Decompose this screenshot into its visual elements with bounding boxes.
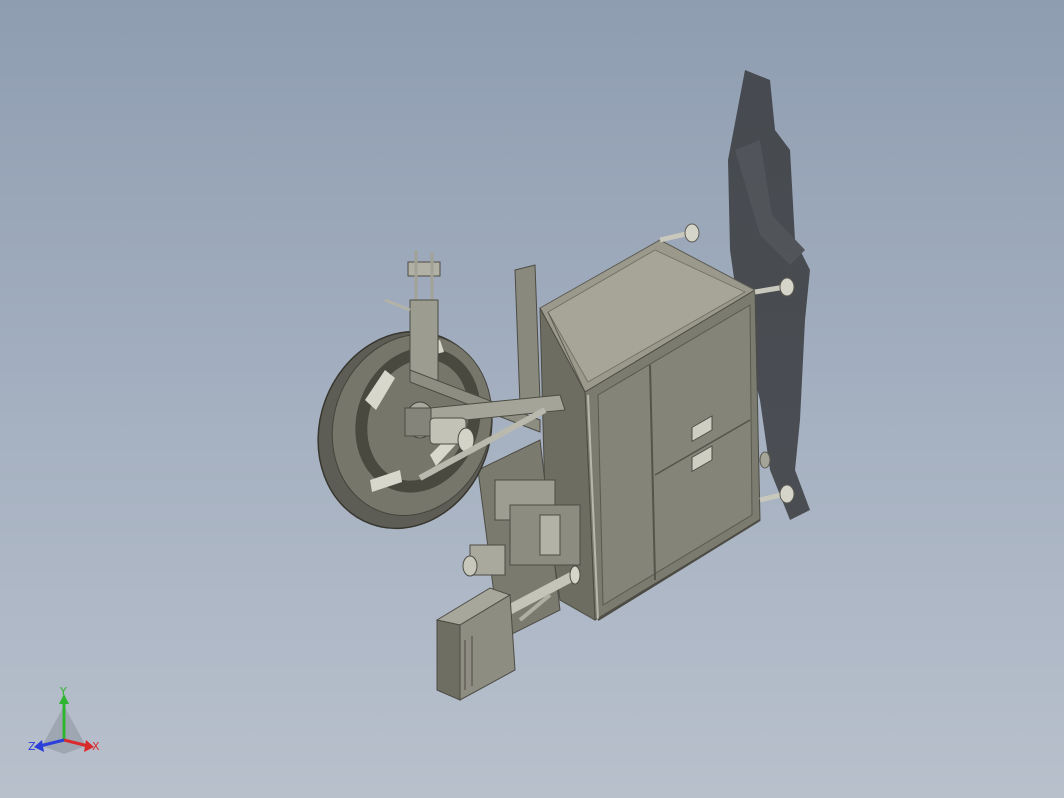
3d-viewport[interactable]: Y X Z [0,0,1064,798]
z-axis-label: Z [28,740,36,753]
label-head[interactable] [435,587,516,701]
y-axis-label: Y [59,685,67,698]
cad-model[interactable] [0,0,1064,798]
axis-triad: Y X Z [28,685,100,754]
x-axis-label: X [92,740,100,753]
